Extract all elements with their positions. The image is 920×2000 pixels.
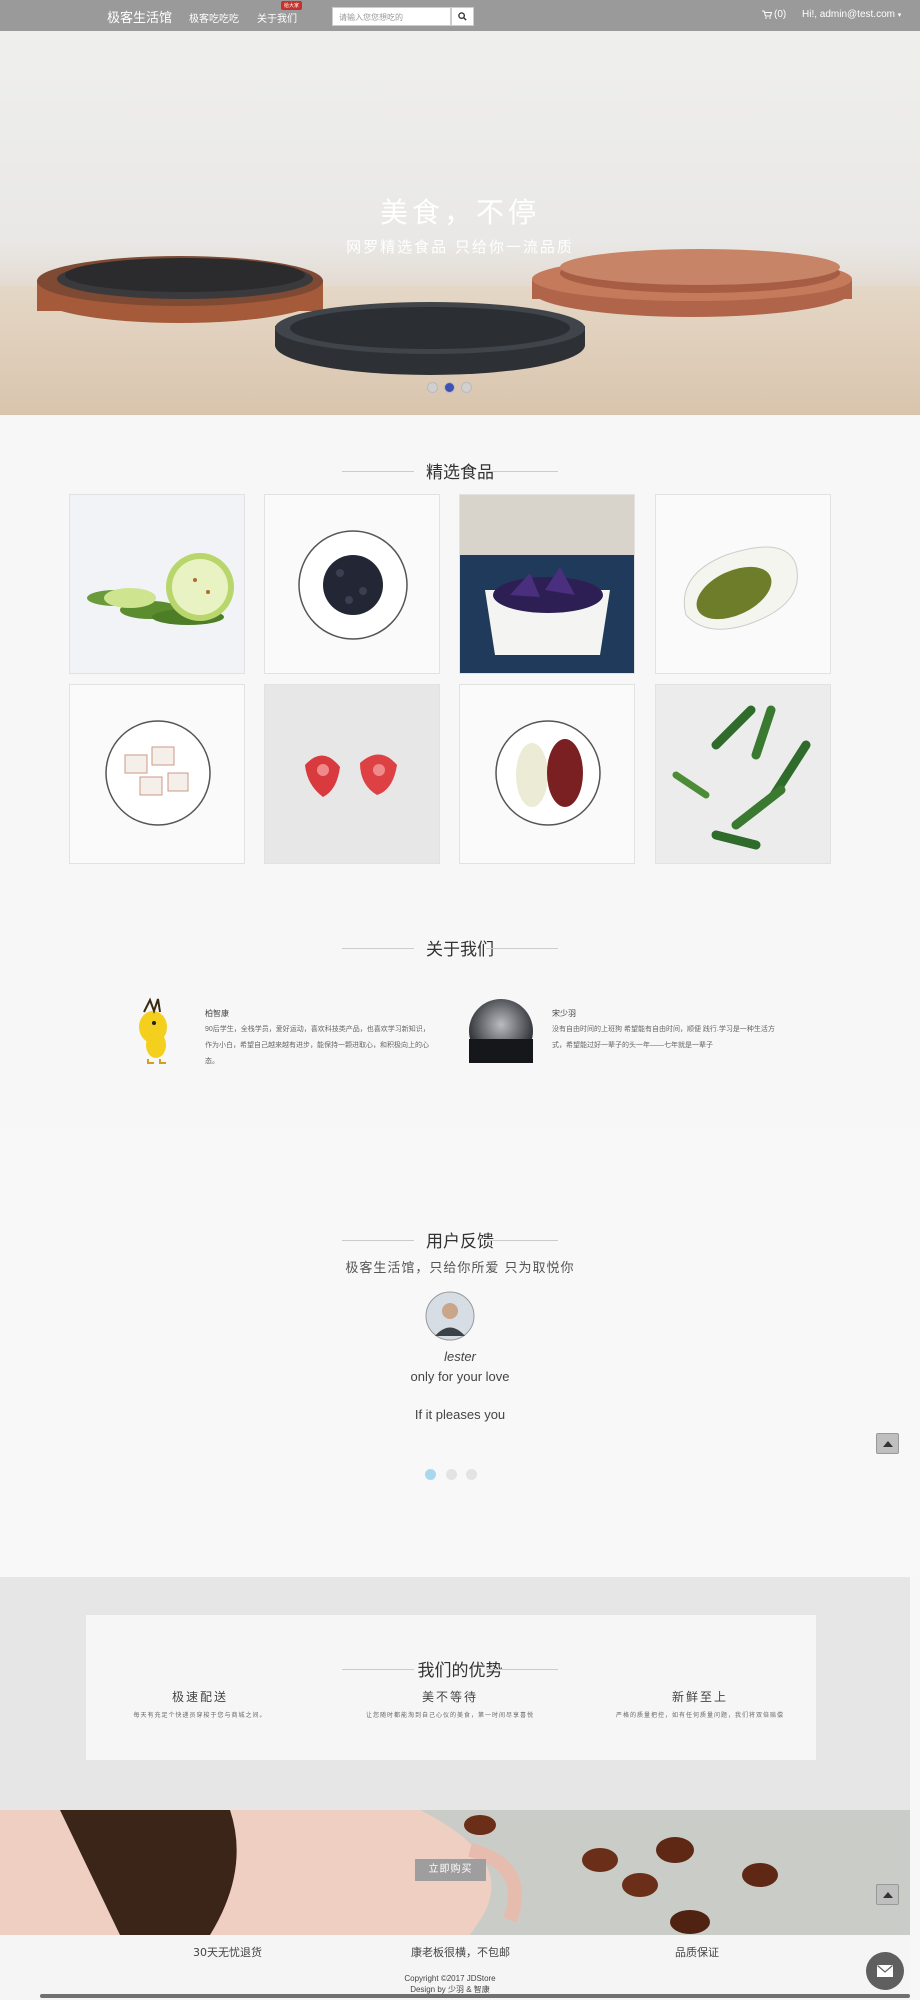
back-to-top-button[interactable] — [876, 1433, 899, 1454]
copyright-text: Copyright ©2017 JDStore — [404, 1974, 496, 1983]
black-beans-image — [298, 530, 408, 640]
product-card[interactable] — [655, 494, 831, 674]
feedback-dot-2[interactable] — [446, 1469, 457, 1480]
product-card[interactable] — [69, 684, 245, 864]
carousel-dot-2[interactable] — [444, 382, 455, 393]
nav-link-eat[interactable]: 极客吃吃吃 — [189, 10, 239, 25]
products-title: 精选食品 — [0, 458, 920, 483]
feedback-title: 用户反馈 — [0, 1227, 920, 1252]
strawberry-image — [305, 754, 397, 797]
member-avatar-woodstock — [139, 997, 167, 1064]
advantage-desc: 每天有充足个快递员穿梭于您与商城之间。 — [133, 1712, 267, 1719]
carousel-dot-1[interactable] — [427, 382, 438, 393]
feedback-subtitle: 极客生活馆，只给你所爱 只为取悦你 — [345, 1261, 575, 1276]
navbar: 极客生活馆 极客吃吃吃 关于我们 给大家 请输入您您想吃的 (0) Hi!, a… — [0, 0, 920, 31]
hero-carousel: 美食，不停 网罗精选食品 只给你一流品质 — [0, 31, 920, 415]
cart-count: (0) — [774, 9, 787, 20]
green-tea-image — [683, 546, 798, 630]
cart-icon — [762, 10, 772, 19]
footer-quality: 品质保证 — [675, 1946, 719, 1959]
chevron-up-icon — [882, 1891, 893, 1898]
contact-button[interactable] — [866, 1952, 904, 1990]
purple-chips-image — [460, 495, 634, 655]
footer-return-policy: 30天无忧退货 — [193, 1946, 262, 1959]
brand-logo[interactable]: 极客生活馆 — [107, 7, 172, 26]
member-name: 宋少羽 — [552, 1009, 576, 1018]
user-email: Hi!, admin@test.com — [802, 9, 895, 20]
chevron-up-icon — [882, 1440, 893, 1447]
product-card[interactable] — [459, 684, 635, 864]
about-title: 关于我们 — [0, 935, 920, 960]
buy-now-button[interactable]: 立即购买 — [415, 1859, 486, 1881]
advantage-heading: 极速配送 — [171, 1690, 228, 1704]
product-card[interactable] — [459, 494, 635, 674]
feedback-dot-1[interactable] — [425, 1469, 436, 1480]
review-text-secondary: If it pleases you — [414, 1407, 506, 1422]
member-desc: 没有自由时间的上班狗 希望能有自由时间，顺便 践行.学习是一种生活方式，希望能过… — [552, 1026, 775, 1049]
back-to-top-button[interactable] — [876, 1884, 899, 1905]
product-card[interactable] — [655, 684, 831, 864]
advantage-heading: 新鲜至上 — [671, 1690, 728, 1704]
advantages-title: 我们的优势 — [0, 1656, 920, 1681]
advantage-heading: 美不等待 — [421, 1690, 478, 1704]
nav-link-about[interactable]: 关于我们 — [257, 10, 297, 25]
hero-subtitle: 网罗精选食品 只给你一流品质 — [346, 238, 574, 256]
mixed-beans-image — [495, 720, 601, 826]
mail-icon — [877, 1965, 893, 1977]
carousel-dot-3[interactable] — [461, 382, 472, 393]
footer-shipping: 康老板很横，不包邮 — [411, 1946, 510, 1959]
cart-link[interactable]: (0) — [762, 9, 786, 20]
member-name: 柏智康 — [205, 1009, 229, 1018]
caret-down-icon: ▾ — [897, 12, 902, 19]
user-menu[interactable]: Hi!, admin@test.com ▾ — [802, 9, 901, 20]
product-card[interactable] — [69, 494, 245, 674]
search-input[interactable]: 请输入您您想吃的 — [332, 7, 451, 26]
member-desc: 90后学生，全栈学员，爱好运动，喜欢科技类产品，也喜欢学习新知识，作为小白，希望… — [205, 1026, 430, 1065]
feedback-dot-3[interactable] — [466, 1469, 477, 1480]
advantage-desc: 让您随时都能淘到自己心仪的美食，第一时间尽享喜悦 — [365, 1712, 534, 1719]
okra-image — [672, 705, 811, 850]
nougat-image — [105, 720, 211, 826]
product-card[interactable] — [264, 684, 440, 864]
reviewer-avatar — [425, 1291, 475, 1341]
member-avatar-landscape — [469, 999, 533, 1063]
search-icon — [458, 12, 467, 21]
search-button[interactable] — [451, 7, 474, 26]
review-text: only for your love — [410, 1369, 510, 1384]
advantage-desc: 严格的质量把控，如有任何质量问题，我们将双倍赔偿 — [615, 1712, 784, 1719]
copyright: Copyright ©2017 JDStore Design by 少羽 & 智… — [0, 1973, 900, 1995]
reviewer-name: lester — [444, 1349, 476, 1364]
nav-badge: 给大家 — [281, 1, 303, 10]
product-card[interactable] — [264, 494, 440, 674]
lime-slices-image — [87, 553, 234, 625]
hero-title: 美食，不停 — [379, 196, 540, 229]
scroll-bar[interactable] — [40, 1994, 910, 1998]
